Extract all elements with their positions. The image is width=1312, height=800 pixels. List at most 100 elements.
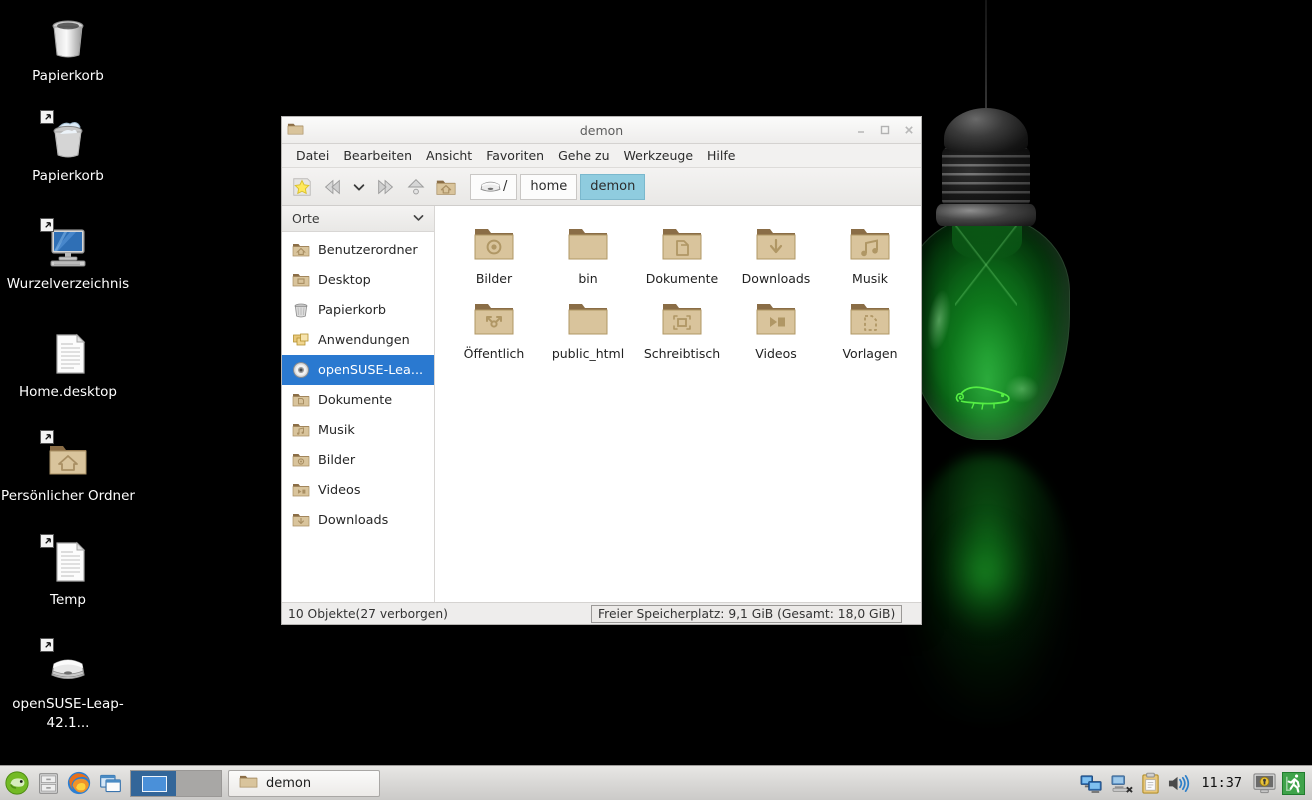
places-sidebar[interactable]: Orte Benutzerordner Desktop Papierkorb A… — [282, 206, 435, 602]
sidebar-item-label: Desktop — [318, 272, 371, 288]
menu-ansicht[interactable]: Ansicht — [419, 145, 479, 166]
file-item-schreibtisch[interactable]: Schreibtisch — [635, 295, 729, 362]
sidebar-item-opensuse-leap[interactable]: openSUSE-Lea... — [282, 355, 434, 385]
places-header[interactable]: Orte — [282, 206, 434, 232]
forward-arrow-icon[interactable] — [372, 173, 400, 201]
clipboard-icon[interactable] — [1140, 772, 1161, 795]
desktop-icon-label: Wurzelverzeichnis — [6, 276, 130, 292]
menu-favoriten[interactable]: Favoriten — [479, 145, 551, 166]
sidebar-item-anwendungen[interactable]: Anwendungen — [282, 325, 434, 355]
history-dropdown-icon[interactable] — [348, 173, 370, 201]
breadcrumb-root-label: / — [503, 179, 508, 194]
back-arrow-icon[interactable] — [318, 173, 346, 201]
breadcrumb-demon[interactable]: demon — [580, 173, 646, 200]
downloads-folder-icon — [752, 220, 800, 268]
home-icon[interactable] — [432, 173, 460, 201]
videos-folder-icon — [292, 481, 310, 499]
system-tray[interactable]: 11:37 — [1080, 771, 1309, 795]
file-item-musik[interactable]: Musik — [823, 220, 917, 287]
desktop-folder-icon — [292, 271, 310, 289]
shortcut-badge-icon — [40, 110, 54, 124]
templates-folder-icon — [846, 295, 894, 343]
workspace-1[interactable] — [131, 770, 176, 796]
volume-icon[interactable] — [1166, 773, 1191, 794]
task-button-demon[interactable]: demon — [228, 769, 380, 797]
breadcrumb-home[interactable]: home — [520, 173, 578, 200]
toolbar[interactable]: / home demon — [282, 168, 921, 206]
file-item-public-html[interactable]: public_html — [541, 295, 635, 362]
sidebar-item-benutzerordner[interactable]: Benutzerordner — [282, 235, 434, 265]
file-item-label: Dokumente — [645, 271, 719, 286]
workspace-2[interactable] — [176, 770, 221, 796]
sidebar-item-desktop[interactable]: Desktop — [282, 265, 434, 295]
file-item-dokumente[interactable]: Dokumente — [635, 220, 729, 287]
minimize-button[interactable] — [854, 124, 867, 137]
file-item-label: Vorlagen — [842, 346, 898, 361]
trash-full-icon — [40, 110, 92, 162]
file-item-bilder[interactable]: Bilder — [447, 220, 541, 287]
breadcrumb-home-label: home — [530, 179, 568, 194]
firefox-icon[interactable] — [65, 769, 93, 798]
maximize-button[interactable] — [878, 124, 891, 137]
file-item-oeffentlich[interactable]: Öffentlich — [447, 295, 541, 362]
file-item-label: Bilder — [475, 271, 513, 286]
file-item-label: Musik — [852, 271, 888, 286]
breadcrumb-root[interactable]: / — [470, 173, 518, 200]
menu-hilfe[interactable]: Hilfe — [700, 145, 742, 166]
sidebar-item-dokumente[interactable]: Dokumente — [282, 385, 434, 415]
bookmark-star-icon[interactable] — [288, 173, 316, 201]
show-desktop-icon[interactable] — [96, 769, 124, 798]
trash-icon — [292, 301, 310, 319]
logout-icon[interactable] — [1282, 771, 1305, 795]
clock[interactable]: 11:37 — [1196, 775, 1247, 791]
desktop-icon-opensuse-leap-media[interactable]: openSUSE-Leap-42.1... — [0, 638, 136, 733]
close-button[interactable] — [902, 124, 915, 137]
network-disconnected-icon[interactable] — [1110, 773, 1135, 794]
workspace-pager[interactable] — [130, 769, 222, 797]
desktop-icon-label: Papierkorb — [32, 68, 104, 84]
desktop-icon-wurzelverzeichnis[interactable]: Wurzelverzeichnis — [0, 218, 136, 294]
applications-icon — [292, 331, 310, 349]
sidebar-item-musik[interactable]: Musik — [282, 415, 434, 445]
file-item-label: Schreibtisch — [643, 346, 721, 361]
menubar[interactable]: Datei Bearbeiten Ansicht Favoriten Gehe … — [282, 144, 921, 168]
desktop-icon-label: Persönlicher Ordner — [1, 488, 135, 504]
desktop-icon-home-desktop[interactable]: Home.desktop — [0, 330, 136, 402]
desktop[interactable]: Papierkorb Papierkorb Wurzelverzeichnis … — [0, 0, 1312, 800]
menu-gehe-zu[interactable]: Gehe zu — [551, 145, 616, 166]
file-item-bin[interactable]: bin — [541, 220, 635, 287]
desktop-icon-personal-folder[interactable]: Persönlicher Ordner — [0, 430, 136, 506]
chevron-down-icon[interactable] — [412, 211, 425, 227]
menu-datei[interactable]: Datei — [289, 145, 336, 166]
file-item-downloads[interactable]: Downloads — [729, 220, 823, 287]
pictures-folder-icon — [470, 220, 518, 268]
sidebar-item-videos[interactable]: Videos — [282, 475, 434, 505]
opensuse-menu-icon[interactable] — [3, 769, 31, 798]
sidebar-item-label: Papierkorb — [318, 302, 386, 318]
file-item-videos[interactable]: Videos — [729, 295, 823, 362]
menu-werkzeuge[interactable]: Werkzeuge — [617, 145, 701, 166]
workspace-window-preview — [142, 775, 167, 792]
trash-empty-icon — [44, 14, 92, 62]
menu-bearbeiten[interactable]: Bearbeiten — [336, 145, 419, 166]
desktop-icon-papierkorb-empty[interactable]: Papierkorb — [0, 14, 136, 86]
file-item-vorlagen[interactable]: Vorlagen — [823, 295, 917, 362]
folder-icon — [239, 773, 258, 794]
sidebar-item-papierkorb[interactable]: Papierkorb — [282, 295, 434, 325]
file-manager-window[interactable]: demon Datei Bearbeiten Ansicht Favoriten… — [281, 116, 922, 625]
desktop-icon-papierkorb-full[interactable]: Papierkorb — [0, 110, 136, 186]
file-item-label: public_html — [551, 346, 625, 361]
window-titlebar[interactable]: demon — [282, 117, 921, 144]
desktop-icon-temp[interactable]: Temp — [0, 534, 136, 610]
file-manager-icon[interactable] — [34, 769, 62, 798]
sidebar-item-label: Musik — [318, 422, 355, 438]
parent-folder-icon[interactable] — [402, 173, 430, 201]
folder-icon — [564, 220, 612, 268]
network-connected-icon[interactable] — [1080, 773, 1105, 794]
sidebar-item-downloads[interactable]: Downloads — [282, 505, 434, 535]
lock-screen-icon[interactable] — [1252, 772, 1277, 795]
sidebar-item-label: Benutzerordner — [318, 242, 418, 258]
sidebar-item-bilder[interactable]: Bilder — [282, 445, 434, 475]
taskbar[interactable]: demon 11:37 — [0, 765, 1312, 800]
file-list-pane[interactable]: Bilder bin Dokumente Downloads Musik Öff… — [435, 206, 921, 602]
